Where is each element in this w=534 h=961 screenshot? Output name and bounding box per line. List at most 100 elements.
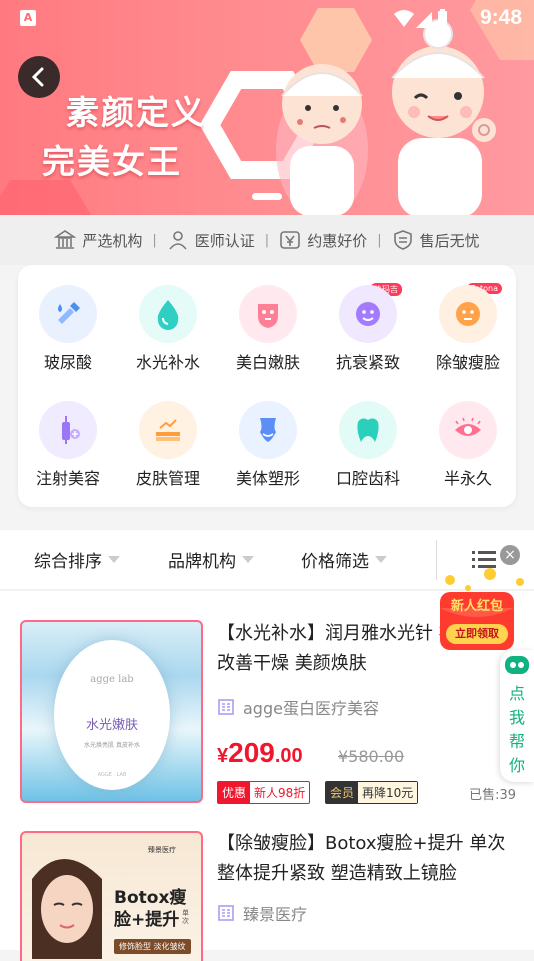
chevron-down-icon: [242, 556, 254, 563]
skin-layers-icon: [139, 401, 197, 459]
category-label: 美体塑形: [235, 469, 300, 488]
category-whitening[interactable]: 美白嫩肤: [218, 265, 318, 375]
guarantee-label: 严选机构: [82, 231, 143, 250]
body-shape-icon: [239, 401, 297, 459]
category-label: 半永久: [443, 469, 492, 488]
category-label: 皮肤管理: [135, 469, 200, 488]
thumb-logo: agge lab: [90, 674, 134, 685]
claim-button[interactable]: 立即领取: [446, 624, 508, 644]
banner-title-line2: 完美女王: [42, 142, 182, 181]
thumb-title: 水光嫩肤: [85, 718, 138, 733]
category-injection[interactable]: 注射美容: [18, 381, 118, 491]
filter-label: 综合排序: [34, 552, 102, 572]
category-label: 抗衰紧致: [335, 353, 400, 372]
helper-char: 你: [508, 756, 525, 775]
category-wrinkle-slimming[interactable]: Fotona 除皱瘦脸: [418, 265, 518, 375]
guarantee-strip: 严选机构 | 医师认证 | 约惠好价 | 售后无忧: [0, 215, 534, 265]
new-user-red-packet[interactable]: 新人红包 立即领取: [438, 568, 534, 654]
guarantee-label: 售后无忧: [419, 231, 480, 250]
price: ¥209.00: [217, 737, 303, 769]
category-label: 除皱瘦脸: [435, 353, 500, 372]
thumb-footer: AGGE · LAB: [97, 772, 127, 778]
filter-label: 品牌机构: [168, 552, 236, 572]
dropper-icon: [39, 285, 97, 343]
category-anti-aging[interactable]: 热玛吉 抗衰紧致: [318, 265, 418, 375]
member-badge: 会员 再降10元: [325, 781, 419, 804]
guarantee-label: 医师认证: [194, 231, 255, 250]
price-integer: 209: [228, 737, 275, 768]
carousel-indicator: [252, 193, 282, 200]
building-icon: [218, 699, 234, 715]
category-hydration[interactable]: 水光补水: [118, 265, 218, 375]
sold-count: 已售:39: [469, 788, 516, 803]
product-thumbnail[interactable]: 臻景医疗 Botox瘦 脸+提升 单次 修饰脸型 淡化皱纹: [20, 831, 203, 961]
product-thumbnail[interactable]: agge lab 水光嫩肤 水光焕亮肌 真皮补水 AGGE · LAB: [20, 620, 203, 803]
signal-battery-icon: [394, 9, 447, 28]
banner-title-line1: 素颜定义: [66, 93, 206, 132]
thumbnail-egg-shape: agge lab 水光嫩肤 水光焕亮肌 真皮补水 AGGE · LAB: [54, 640, 170, 790]
shop-label: 臻景医疗: [243, 905, 308, 924]
category-semi-permanent[interactable]: 半永久: [418, 381, 518, 491]
thumb-subtitle: 水光焕亮肌 真皮补水: [84, 742, 140, 749]
eye-icon: [439, 401, 497, 459]
badge-left: 优惠: [218, 782, 251, 803]
back-button[interactable]: [18, 56, 60, 98]
category-grid: 玻尿酸 水光补水 美白嫩肤 热玛吉 抗衰紧致 Fotona 除皱瘦脸 注射美容: [18, 265, 516, 507]
thumb-bar: 修饰脸型 淡化皱纹: [114, 939, 191, 954]
water-drop-icon: [139, 285, 197, 343]
chevron-down-icon: [108, 556, 120, 563]
thumb-portrait: [32, 859, 102, 959]
chevron-left-icon: [31, 67, 44, 87]
syringe-icon: [39, 401, 97, 459]
helper-widget[interactable]: 点 我 帮 你: [500, 650, 534, 782]
helper-char: 帮: [508, 732, 525, 751]
thumb-unit: 单次: [182, 909, 189, 925]
filter-label: 价格筛选: [301, 552, 369, 572]
shop-name[interactable]: agge蛋白医疗美容: [217, 695, 379, 719]
badge-left: 会员: [326, 782, 359, 803]
product-title[interactable]: 【除皱瘦脸】Botox瘦脸+提升 单次 整体提升紧致 塑造精致上镜脸: [217, 829, 527, 889]
shop-name[interactable]: 臻景医疗: [217, 901, 307, 925]
price-decimal: .00: [274, 745, 303, 767]
shield-icon: [393, 230, 412, 250]
brand-dropdown[interactable]: 品牌机构: [168, 547, 254, 572]
doctor-icon: [169, 231, 187, 250]
guarantee-item: 售后无忧: [382, 229, 490, 251]
original-price: ¥580.00: [338, 747, 405, 766]
yen-icon: [280, 231, 300, 249]
badge-right: 新人98折: [254, 786, 306, 800]
category-hyaluronic-acid[interactable]: 玻尿酸: [18, 265, 118, 375]
category-body-shaping[interactable]: 美体塑形: [218, 381, 318, 491]
sort-dropdown[interactable]: 综合排序: [34, 547, 120, 572]
guarantee-item: 约惠好价: [269, 229, 377, 251]
category-label: 口腔齿科: [335, 469, 400, 488]
helper-char: 我: [508, 708, 525, 727]
thumb-brand: 臻景医疗: [148, 846, 176, 854]
category-label: 美白嫩肤: [235, 353, 300, 372]
category-dental[interactable]: 口腔齿科: [318, 381, 418, 491]
hero-banner[interactable]: A 9:48 素颜定义 完美女王: [0, 0, 534, 215]
thumb-line2: 脸+提升: [114, 910, 180, 930]
helper-char: 点: [508, 684, 525, 703]
close-icon[interactable]: ×: [500, 545, 520, 565]
clock: 9:48: [479, 6, 522, 29]
category-label: 水光补水: [135, 353, 200, 372]
chevron-down-icon: [375, 556, 387, 563]
category-skin-care[interactable]: 皮肤管理: [118, 381, 218, 491]
list-view-icon[interactable]: [472, 550, 496, 570]
price-dropdown[interactable]: 价格筛选: [301, 547, 387, 572]
discount-badge: 优惠 新人98折: [217, 781, 311, 804]
tooth-icon: [339, 401, 397, 459]
badge-right: 再降10元: [358, 782, 418, 803]
guarantee-item: 医师认证: [157, 229, 265, 251]
institution-icon: [54, 230, 77, 249]
red-packet-title: 新人红包: [450, 599, 503, 614]
category-label: 注射美容: [35, 469, 100, 488]
price-symbol: ¥: [217, 745, 229, 767]
guarantee-item: 严选机构: [44, 229, 152, 251]
face-slim-icon: [439, 285, 497, 343]
app-notification-icon: A: [20, 10, 36, 26]
status-bar: A 9:48: [0, 0, 534, 36]
divider: [436, 540, 437, 580]
face-mask-icon: [239, 285, 297, 343]
